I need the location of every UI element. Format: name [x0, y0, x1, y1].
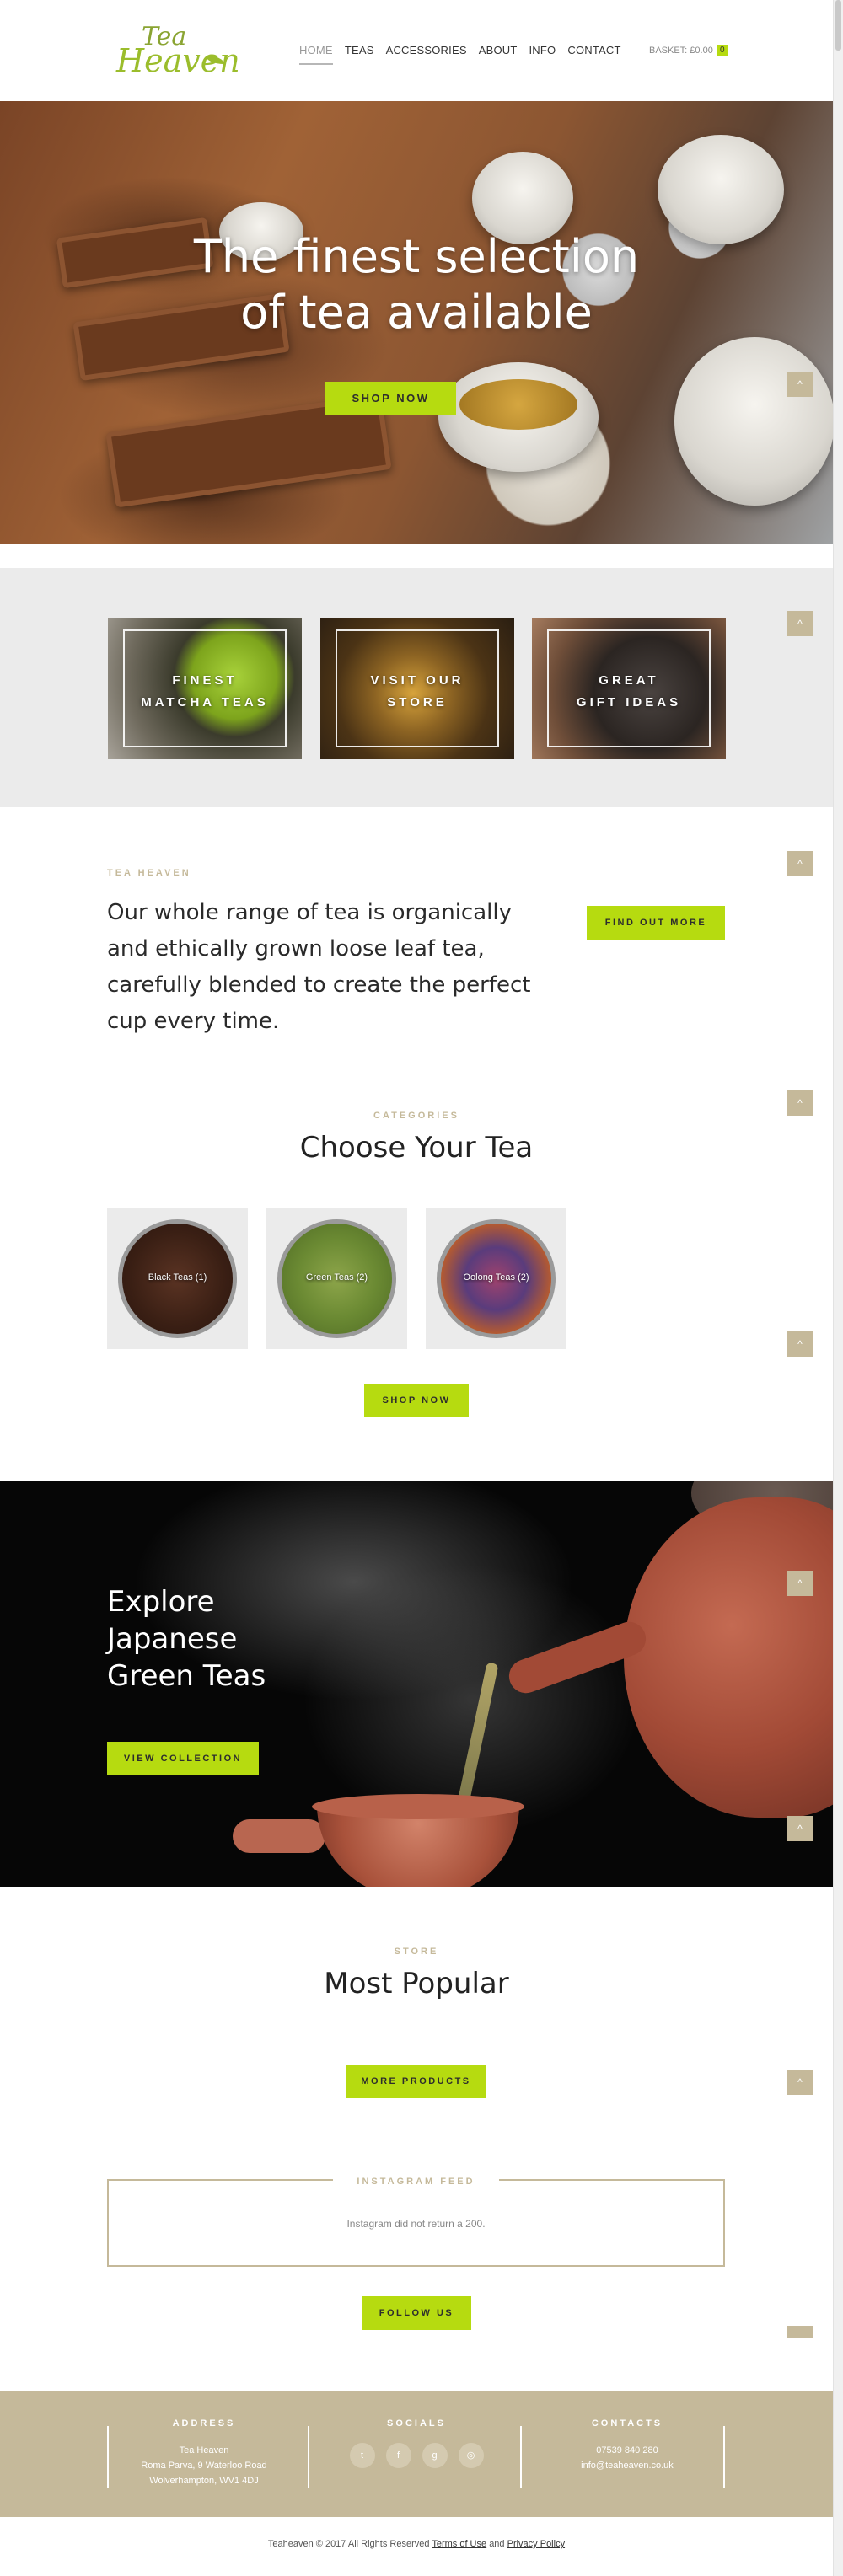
category-label: Black Teas (1)	[148, 1272, 207, 1283]
more-products-button[interactable]: MORE PRODUCTS	[346, 2065, 486, 2098]
main-nav: HOME TEAS ACCESSORIES ABOUT INFO CONTACT	[299, 44, 621, 65]
scrollbar-thumb[interactable]	[835, 0, 841, 51]
banner-title-line2: Japanese	[107, 1622, 238, 1656]
categories-shop-now-button[interactable]: SHOP NOW	[364, 1384, 469, 1417]
tea-stream-image	[457, 1662, 499, 1805]
nav-contact[interactable]: CONTACT	[567, 44, 620, 65]
japanese-banner-title: Explore Japanese Green Teas	[107, 1583, 266, 1695]
view-collection-button[interactable]: VIEW COLLECTION	[107, 1742, 259, 1775]
nav-home[interactable]: HOME	[299, 44, 333, 65]
categories-title: Choose Your Tea	[299, 1131, 534, 1165]
category-oolong-teas[interactable]: Oolong Teas (2)	[426, 1208, 566, 1349]
nav-about[interactable]: ABOUT	[479, 44, 518, 65]
tile-label: VISIT OUR STORE	[320, 670, 514, 714]
tile-label-line1: FINEST	[172, 673, 238, 688]
privacy-policy-link[interactable]: Privacy Policy	[507, 2539, 565, 2549]
instagram-error-message: Instagram did not return a 200.	[346, 2218, 486, 2230]
japanese-green-teas-banner: Explore Japanese Green Teas VIEW COLLECT…	[0, 1481, 833, 1887]
hero-title-line1: The finest selection	[193, 230, 640, 283]
footer-socials: SOCIALS t f g ◎	[311, 2416, 522, 2468]
banner-title-line3: Green Teas	[107, 1659, 266, 1693]
address-line: Tea Heaven	[179, 2445, 229, 2456]
scroll-top-button[interactable]: ^	[787, 611, 813, 636]
nav-info[interactable]: INFO	[529, 44, 556, 65]
category-green-teas[interactable]: Green Teas (2)	[266, 1208, 407, 1349]
instagram-feed-legend: INSTAGRAM FEED	[109, 2173, 723, 2188]
instagram-feed-box: INSTAGRAM FEED Instagram did not return …	[107, 2177, 725, 2267]
instagram-feed-heading: INSTAGRAM FEED	[333, 2177, 499, 2187]
tile-label: GREAT GIFT IDEAS	[532, 670, 726, 714]
socials-heading: SOCIALS	[387, 2418, 446, 2429]
teapot-image	[624, 1497, 833, 1818]
basket-link[interactable]: BASKET: £0.00 0	[649, 45, 728, 56]
twitter-icon[interactable]: t	[349, 2443, 375, 2468]
tile-label-line1: GREAT	[599, 673, 659, 688]
page: Tea Heaven HOME TEAS ACCESSORIES ABOUT I…	[0, 0, 843, 2576]
social-icons: t f g ◎	[311, 2443, 522, 2468]
basket-label: BASKET: £0.00	[649, 46, 713, 56]
hero-shop-now-button[interactable]: SHOP NOW	[325, 382, 456, 415]
nav-accessories[interactable]: ACCESSORIES	[386, 44, 467, 65]
tile-label-line1: VISIT OUR	[370, 673, 464, 688]
hero-title: The finest selection of tea available	[0, 229, 833, 340]
hero-cup-image	[658, 135, 784, 244]
tile-label-line2: MATCHA TEAS	[141, 695, 269, 710]
copyright-bar: Teaheaven © 2017 All Rights Reserved Ter…	[0, 2539, 833, 2549]
nav-teas[interactable]: TEAS	[345, 44, 374, 65]
phone-number: 07539 840 280	[596, 2445, 658, 2456]
address-line: Wolverhampton, WV1 4DJ	[149, 2476, 259, 2486]
about-text: Our whole range of tea is organically an…	[107, 900, 531, 1034]
promo-tile-matcha[interactable]: FINEST MATCHA TEAS	[108, 618, 302, 759]
page-scrollbar[interactable]	[833, 0, 843, 2576]
instagram-icon[interactable]: ◎	[458, 2443, 484, 2468]
promo-tile-store[interactable]: VISIT OUR STORE	[320, 618, 514, 759]
category-black-teas[interactable]: Black Teas (1)	[107, 1208, 248, 1349]
google-plus-icon[interactable]: g	[422, 2443, 448, 2468]
facebook-icon[interactable]: f	[385, 2443, 411, 2468]
scroll-top-button[interactable]	[787, 2326, 813, 2338]
basket-count-badge: 0	[716, 45, 728, 56]
copyright-text: Teaheaven © 2017 All Rights Reserved	[267, 2539, 430, 2549]
tea-heaven-logo[interactable]: Tea Heaven	[116, 22, 240, 79]
banner-title-line1: Explore	[107, 1585, 215, 1619]
category-label: Oolong Teas (2)	[463, 1272, 529, 1283]
cup-handle-image	[233, 1819, 325, 1853]
scroll-top-button[interactable]: ^	[787, 851, 813, 876]
footer-divider	[723, 2426, 725, 2488]
hero-title-line2: of tea available	[240, 286, 593, 339]
tile-label: FINEST MATCHA TEAS	[108, 670, 302, 714]
address-line: Roma Parva, 9 Waterloo Road	[141, 2461, 267, 2471]
copyright-and: and	[489, 2539, 505, 2549]
scroll-top-button[interactable]: ^	[787, 1571, 813, 1596]
promo-section: FINEST MATCHA TEAS VISIT OUR STORE GREAT…	[0, 568, 833, 807]
footer-divider	[308, 2426, 309, 2488]
tile-label-line2: GIFT IDEAS	[576, 695, 682, 710]
most-popular-title: Most Popular	[324, 1967, 509, 2000]
teacup-rim-image	[312, 1794, 524, 1819]
scroll-top-button[interactable]: ^	[787, 1090, 813, 1116]
tile-label-line2: STORE	[387, 695, 448, 710]
scroll-top-button[interactable]: ^	[787, 1816, 813, 1841]
hero-tea-liquid	[459, 379, 577, 430]
hero-cup-image	[674, 337, 833, 506]
site-footer: ADDRESS Tea Heaven Roma Parva, 9 Waterlo…	[0, 2391, 833, 2517]
find-out-more-button[interactable]: FIND OUT MORE	[587, 906, 725, 940]
category-label: Green Teas (2)	[305, 1272, 368, 1283]
email-link[interactable]: info@teaheaven.co.uk	[522, 2458, 733, 2473]
store-eyebrow: STORE	[394, 1947, 439, 1957]
follow-us-button[interactable]: FOLLOW US	[362, 2296, 471, 2330]
footer-contacts: CONTACTS 07539 840 280 info@teaheaven.co…	[522, 2416, 733, 2473]
about-eyebrow: TEA HEAVEN	[107, 868, 191, 878]
terms-of-use-link[interactable]: Terms of Use	[432, 2539, 486, 2549]
footer-address: ADDRESS Tea Heaven Roma Parva, 9 Waterlo…	[99, 2416, 309, 2488]
address-heading: ADDRESS	[172, 2418, 236, 2429]
hero-banner: The finest selection of tea available SH…	[0, 101, 833, 544]
categories-eyebrow: CATEGORIES	[373, 1111, 459, 1121]
scroll-top-button[interactable]: ^	[787, 1331, 813, 1357]
scroll-top-button[interactable]: ^	[787, 2070, 813, 2095]
promo-tile-gifts[interactable]: GREAT GIFT IDEAS	[532, 618, 726, 759]
site-header: Tea Heaven HOME TEAS ACCESSORIES ABOUT I…	[0, 0, 833, 101]
contacts-heading: CONTACTS	[591, 2418, 663, 2429]
scroll-top-button[interactable]: ^	[787, 372, 813, 397]
